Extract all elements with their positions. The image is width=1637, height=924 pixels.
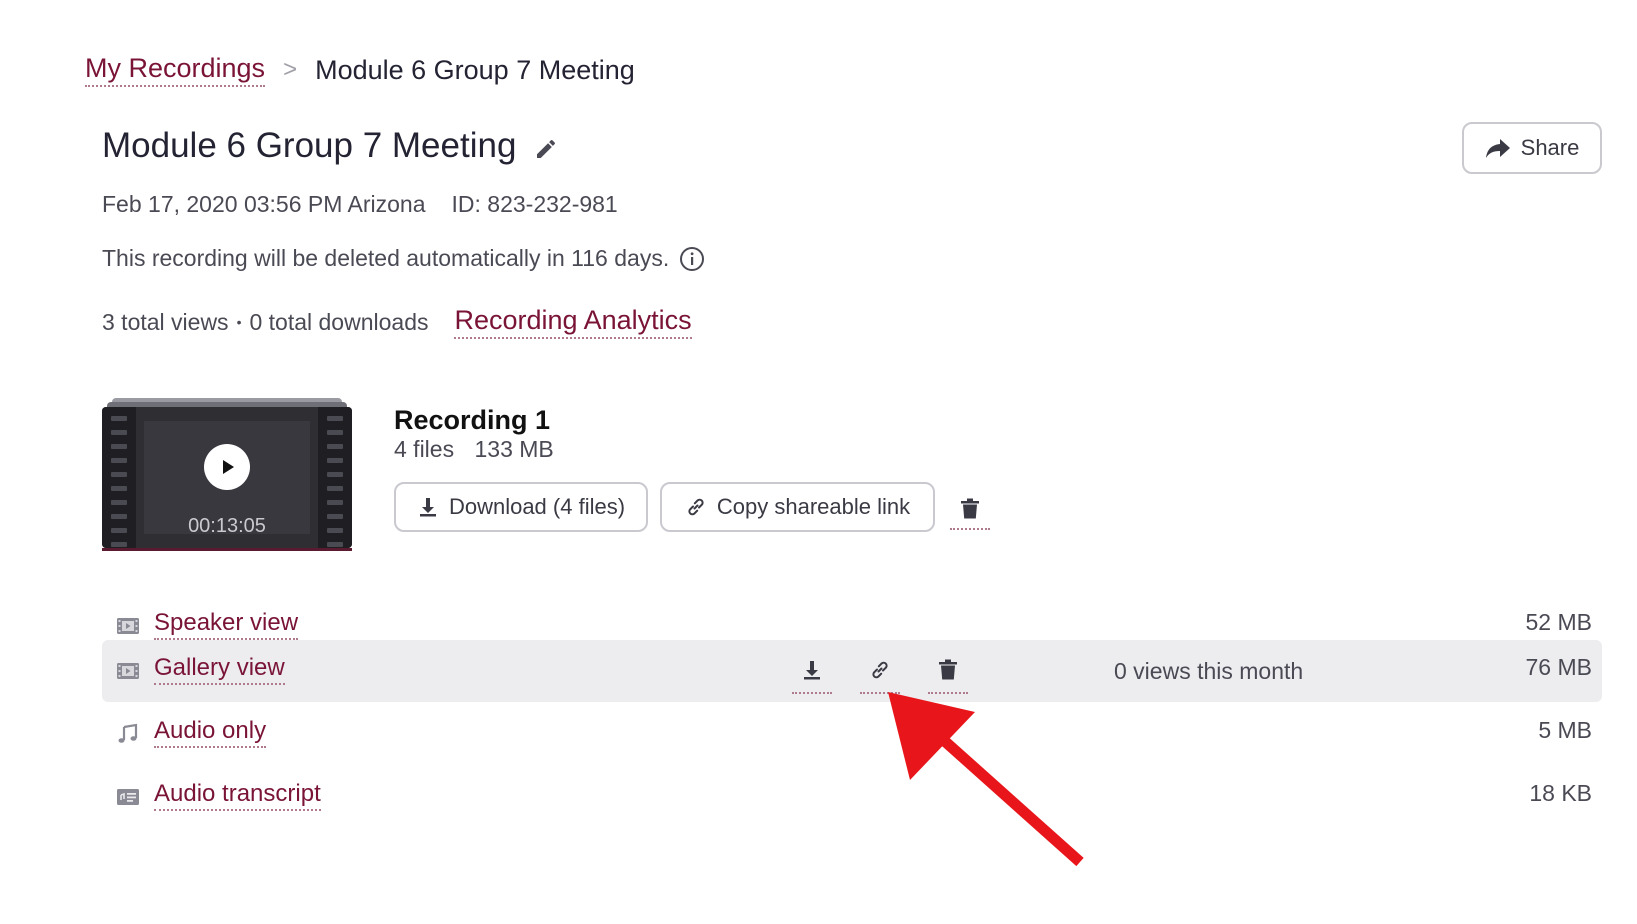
recording-thumbnail[interactable]: 00:13:05 (102, 398, 352, 551)
page-title: Module 6 Group 7 Meeting (102, 126, 517, 165)
file-name-link[interactable]: Audio only (154, 717, 267, 748)
share-label: Share (1520, 135, 1580, 160)
play-icon[interactable] (204, 444, 250, 490)
file-row-audio-only[interactable]: Audio only 5 MB (102, 703, 1602, 765)
link-icon (688, 498, 704, 516)
pencil-icon[interactable] (534, 137, 558, 161)
breadcrumb-current: Module 6 Group 7 Meeting (315, 54, 635, 85)
file-name-link[interactable]: Audio transcript (154, 780, 321, 811)
download-all-button[interactable]: Download (4 files) (394, 482, 648, 532)
copy-shareable-link-label: Copy shareable link (716, 494, 911, 519)
recording-date: Feb 17, 2020 03:56 PM Arizona (102, 191, 426, 217)
total-views: 3 total views (102, 308, 229, 335)
stats-separator: • (236, 314, 242, 330)
file-size: 5 MB (1538, 717, 1592, 743)
music-note-icon (118, 723, 138, 743)
share-arrow-icon (1485, 139, 1510, 158)
file-size: 52 MB (1525, 609, 1592, 635)
info-icon[interactable] (679, 246, 705, 272)
recording-meta: 4 files 133 MB (394, 436, 554, 463)
file-row-actions (792, 648, 968, 694)
film-icon (117, 663, 139, 679)
breadcrumb: My Recordings > Module 6 Group 7 Meeting (85, 53, 635, 87)
file-copy-link-button[interactable] (860, 648, 900, 694)
file-row-audio-transcript[interactable]: Audio transcript 18 KB (102, 766, 1602, 828)
trash-icon (961, 498, 979, 519)
file-name-link[interactable]: Speaker view (154, 609, 299, 640)
recording-duration: 00:13:05 (188, 515, 266, 537)
stats-line: 3 total views • 0 total downloads Record… (102, 305, 692, 339)
file-name-link[interactable]: Gallery view (154, 654, 285, 685)
thumbnail-base (102, 548, 352, 551)
delete-recording-button[interactable] (950, 490, 990, 530)
recording-title: Recording 1 (394, 405, 551, 435)
share-button[interactable]: Share (1462, 122, 1602, 174)
breadcrumb-separator: > (283, 56, 298, 83)
link-icon (872, 661, 888, 679)
copy-shareable-link-button[interactable]: Copy shareable link (660, 482, 935, 532)
recording-date-line: Feb 17, 2020 03:56 PM Arizona ID: 823-23… (102, 191, 618, 218)
breadcrumb-my-recordings-link[interactable]: My Recordings (85, 53, 266, 87)
download-icon (419, 498, 436, 517)
download-all-label: Download (4 files) (448, 494, 626, 519)
file-size: 76 MB (1525, 654, 1592, 680)
file-views-this-month: 0 views this month (1114, 658, 1304, 684)
download-icon (804, 661, 820, 680)
transcript-icon (117, 789, 139, 805)
film-icon (117, 618, 139, 634)
file-size: 18 KB (1529, 780, 1592, 806)
trash-icon (939, 659, 957, 680)
recording-analytics-link[interactable]: Recording Analytics (454, 305, 692, 339)
file-download-button[interactable] (792, 648, 832, 694)
delete-notice-line: This recording will be deleted automatic… (102, 245, 705, 272)
file-delete-button[interactable] (928, 648, 968, 694)
file-row-gallery-view[interactable]: Gallery view 0 views this month 76 MB (102, 640, 1602, 702)
total-downloads: 0 total downloads (249, 308, 429, 335)
title-row: Module 6 Group 7 Meeting (102, 126, 558, 166)
thumbnail-frame: 00:13:05 (102, 407, 352, 548)
meeting-id: ID: 823-232-981 (451, 191, 618, 217)
delete-notice: This recording will be deleted automatic… (102, 245, 670, 271)
recording-size: 133 MB (474, 436, 554, 462)
recording-file-count: 4 files (394, 436, 455, 462)
